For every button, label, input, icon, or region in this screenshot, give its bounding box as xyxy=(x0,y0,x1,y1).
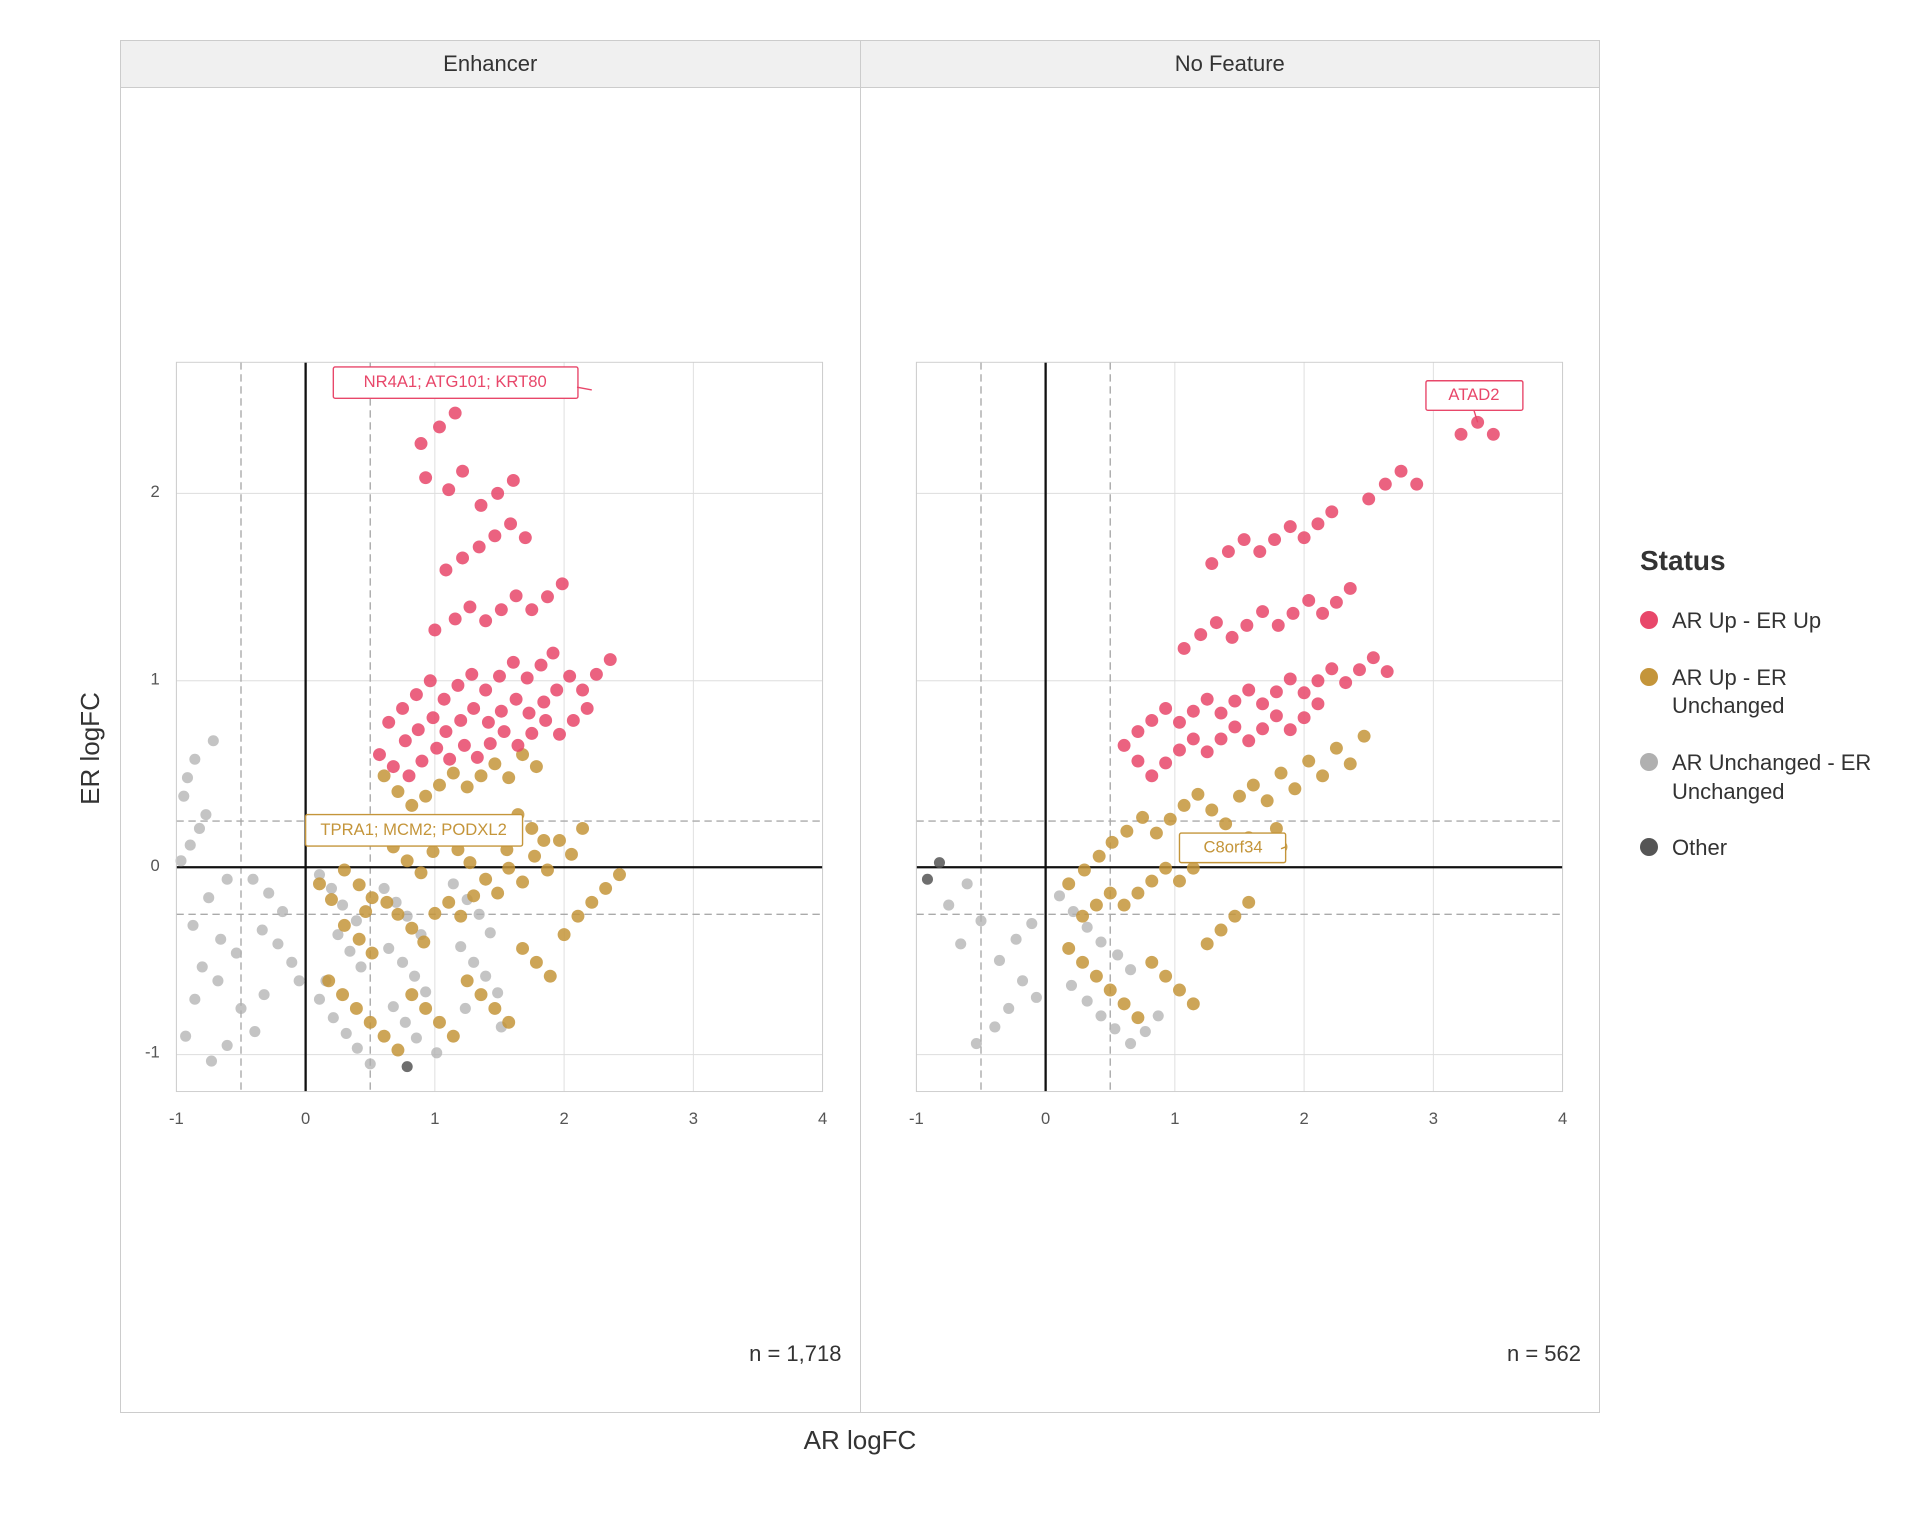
svg-text:1: 1 xyxy=(430,1109,439,1128)
no-feature-panel-title: No Feature xyxy=(861,41,1600,88)
no-feature-panel: No Feature xyxy=(861,41,1600,1412)
svg-text:2: 2 xyxy=(151,482,160,501)
legend-item-ar-up-er-unchanged: AR Up - ERUnchanged xyxy=(1640,664,1900,721)
svg-text:0: 0 xyxy=(301,1109,310,1128)
no-feature-scatter: ATAD2 C8orf34 xyxy=(861,88,1600,1412)
svg-text:ATAD2: ATAD2 xyxy=(1448,385,1499,404)
enhancer-panel-title: Enhancer xyxy=(121,41,860,88)
no-feature-count: n = 562 xyxy=(1507,1341,1581,1367)
legend-title: Status xyxy=(1640,545,1900,577)
y-axis-label: ER logFC xyxy=(75,692,106,805)
legend-dot-ar-up-er-up xyxy=(1640,611,1658,629)
x-axis-label: AR logFC xyxy=(804,1425,917,1455)
svg-text:0: 0 xyxy=(151,856,160,875)
main-container: ER logFC Enhancer xyxy=(0,0,1920,1536)
enhancer-scatter: NR4A1; ATG101; KRT80 TPRA1; MCM2; PODXL2 xyxy=(121,88,860,1412)
svg-text:0: 0 xyxy=(1041,1109,1050,1128)
legend-dot-ar-unchanged-er-unchanged xyxy=(1640,753,1658,771)
legend-item-other: Other xyxy=(1640,834,1900,863)
legend-item-ar-up-er-up: AR Up - ER Up xyxy=(1640,607,1900,636)
svg-text:-1: -1 xyxy=(169,1109,184,1128)
legend-label-ar-unchanged-er-unchanged: AR Unchanged - ERUnchanged xyxy=(1672,749,1871,806)
legend-label-ar-up-er-unchanged: AR Up - ERUnchanged xyxy=(1672,664,1787,721)
svg-text:C8orf34: C8orf34 xyxy=(1203,837,1262,856)
svg-text:-1: -1 xyxy=(908,1109,923,1128)
legend-label-ar-up-er-up: AR Up - ER Up xyxy=(1672,607,1821,636)
enhancer-count: n = 1,718 xyxy=(749,1341,841,1367)
svg-text:4: 4 xyxy=(1557,1109,1566,1128)
legend: Status AR Up - ER Up AR Up - ERUnchanged… xyxy=(1600,40,1900,1456)
legend-label-other: Other xyxy=(1672,834,1727,863)
legend-dot-other xyxy=(1640,838,1658,856)
svg-text:NR4A1; ATG101; KRT80: NR4A1; ATG101; KRT80 xyxy=(364,372,547,391)
legend-dot-ar-up-er-unchanged xyxy=(1640,668,1658,686)
svg-text:3: 3 xyxy=(1428,1109,1437,1128)
svg-text:1: 1 xyxy=(151,669,160,688)
svg-text:3: 3 xyxy=(689,1109,698,1128)
enhancer-panel: Enhancer xyxy=(121,41,861,1412)
svg-text:-1: -1 xyxy=(145,1042,160,1061)
svg-text:1: 1 xyxy=(1170,1109,1179,1128)
svg-text:TPRA1; MCM2; PODXL2: TPRA1; MCM2; PODXL2 xyxy=(320,820,506,839)
svg-text:2: 2 xyxy=(559,1109,568,1128)
svg-text:2: 2 xyxy=(1299,1109,1308,1128)
svg-text:4: 4 xyxy=(818,1109,827,1128)
legend-item-ar-unchanged-er-unchanged: AR Unchanged - ERUnchanged xyxy=(1640,749,1900,806)
